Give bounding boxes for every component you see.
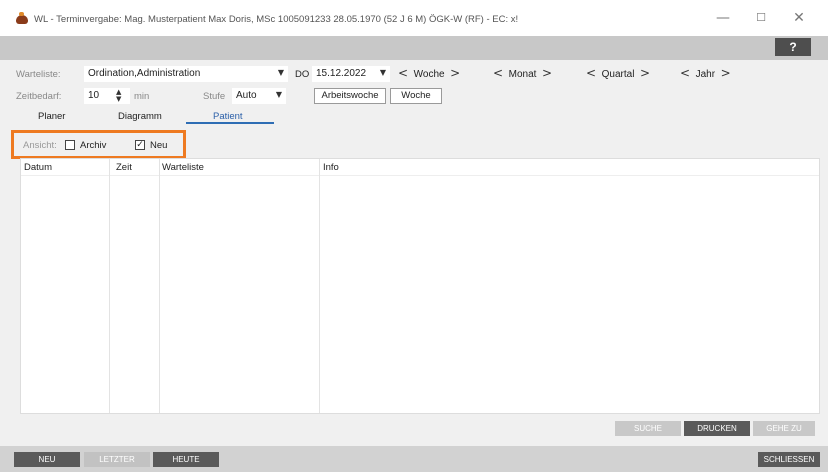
header-divider	[21, 175, 819, 176]
active-tab-indicator	[186, 122, 274, 124]
prev-quartal-button[interactable]: <	[586, 66, 596, 80]
next-woche-button[interactable]: >	[450, 66, 460, 80]
nav-monat-label: Monat	[508, 69, 537, 80]
chevron-down-icon: ▼	[379, 68, 386, 77]
zeitbedarf-stepper[interactable]: 10 ▲ ▼	[84, 88, 130, 104]
schliessen-button[interactable]: SCHLIESSEN	[758, 452, 820, 467]
woche-button[interactable]: Woche	[390, 88, 442, 104]
title-bar: WL - Terminvergabe: Mag. Musterpatient M…	[0, 0, 828, 36]
nav-woche-label: Woche	[413, 69, 445, 80]
warteliste-select[interactable]: Ordination,Administration ▼	[84, 66, 288, 82]
heute-button[interactable]: HEUTE	[153, 452, 219, 467]
tab-patient[interactable]: Patient	[213, 111, 243, 122]
minimize-button[interactable]: —	[706, 6, 740, 30]
nav-jahr-label: Jahr	[695, 69, 716, 80]
stufe-value: Auto	[236, 90, 257, 101]
zeitbedarf-unit: min	[134, 91, 150, 102]
next-quartal-button[interactable]: >	[640, 66, 650, 80]
letzter-button[interactable]: LETZTER	[84, 452, 150, 467]
drucken-button[interactable]: DRUCKEN	[684, 421, 750, 436]
zeitbedarf-label: Zeitbedarf:	[16, 91, 62, 102]
stufe-label: Stufe	[203, 91, 226, 102]
toolbar: ?	[0, 36, 828, 60]
nav-woche: < Woche >	[398, 66, 460, 80]
neu-button[interactable]: NEU	[14, 452, 80, 467]
date-select[interactable]: 15.12.2022 ▼	[312, 66, 390, 82]
next-jahr-button[interactable]: >	[721, 66, 731, 80]
weekday-label: DO	[295, 69, 310, 80]
warteliste-label: Warteliste:	[16, 69, 61, 80]
nav-monat: < Monat >	[493, 66, 552, 80]
warteliste-value: Ordination,Administration	[88, 68, 201, 79]
next-monat-button[interactable]: >	[542, 66, 552, 80]
column-header-zeit[interactable]: Zeit	[116, 162, 132, 173]
neu-checkbox[interactable]: ✓	[135, 140, 145, 150]
nav-quartal-label: Quartal	[601, 69, 635, 80]
nav-jahr: < Jahr >	[680, 66, 731, 80]
column-header-datum[interactable]: Datum	[24, 162, 52, 173]
tab-diagramm[interactable]: Diagramm	[118, 111, 162, 122]
zeitbedarf-value: 10	[88, 90, 100, 101]
stufe-select[interactable]: Auto ▼	[232, 88, 286, 104]
window-title: WL - Terminvergabe: Mag. Musterpatient M…	[34, 14, 519, 25]
archiv-label: Archiv	[80, 140, 107, 151]
column-header-info[interactable]: Info	[323, 162, 339, 173]
archiv-checkbox[interactable]	[65, 140, 75, 150]
tab-planer[interactable]: Planer	[38, 111, 65, 122]
appointments-table[interactable]: Datum Zeit Warteliste Info	[20, 158, 820, 414]
suche-button[interactable]: SUCHE	[615, 421, 681, 436]
column-divider	[109, 159, 110, 413]
arbeitswoche-button[interactable]: Arbeitswoche	[314, 88, 386, 104]
close-window-button[interactable]: ✕	[782, 6, 816, 30]
chevron-down-icon: ▼	[275, 90, 282, 99]
app-logo-icon	[16, 12, 28, 24]
spinner-arrows-icon[interactable]: ▲ ▼	[116, 89, 121, 103]
chevron-down-icon: ▼	[277, 68, 284, 77]
column-header-warteliste[interactable]: Warteliste	[162, 162, 204, 173]
help-button[interactable]: ?	[775, 38, 811, 56]
maximize-button[interactable]: ☐	[744, 6, 778, 30]
prev-jahr-button[interactable]: <	[680, 66, 690, 80]
column-divider	[319, 159, 320, 413]
gehe-zu-button[interactable]: GEHE ZU	[753, 421, 815, 436]
ansicht-label: Ansicht:	[23, 140, 57, 151]
neu-label: Neu	[150, 140, 168, 151]
prev-woche-button[interactable]: <	[398, 66, 408, 80]
column-divider	[159, 159, 160, 413]
date-value: 15.12.2022	[316, 68, 367, 79]
nav-quartal: < Quartal >	[586, 66, 650, 80]
prev-monat-button[interactable]: <	[493, 66, 503, 80]
